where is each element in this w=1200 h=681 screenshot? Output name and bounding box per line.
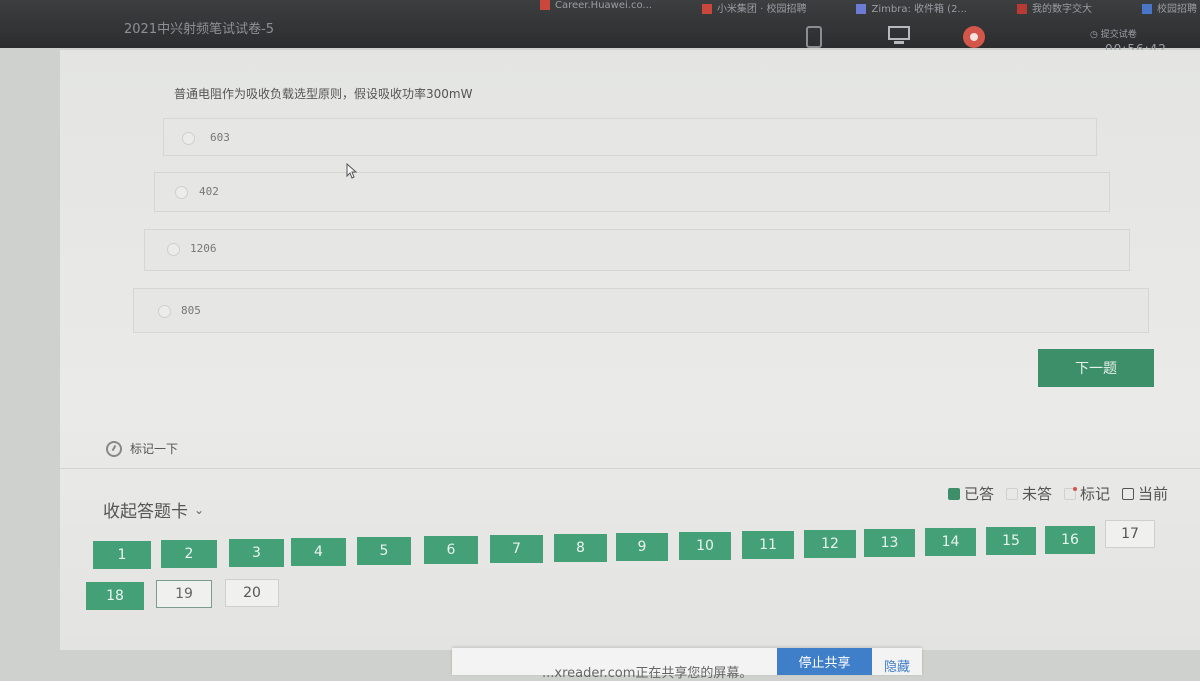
collapse-answer-card[interactable]: 收起答题卡 ⌄ (103, 497, 204, 522)
option-label: 603 (210, 131, 230, 144)
question-number-button[interactable]: 2 (161, 540, 217, 568)
answered-swatch (948, 487, 960, 500)
question-number-button[interactable]: 16 (1045, 526, 1095, 554)
question-number-button[interactable]: 7 (490, 535, 543, 563)
mark-label: 标记一下 (130, 442, 179, 456)
screen-share-bar: ...xreader.com正在共享您的屏幕。 停止共享 隐藏 (452, 648, 922, 681)
bookmark-item[interactable]: Career.Huawei.co... (540, 0, 652, 16)
bookmark-icon (856, 4, 867, 14)
bookmark-item[interactable]: Zimbra: 收件箱 (2... (856, 0, 967, 16)
radio-button[interactable] (158, 305, 171, 318)
question-number-button[interactable]: 19 (156, 580, 212, 608)
unanswered-swatch (1006, 487, 1019, 500)
bookmark-item[interactable]: 我的数字交大 (1016, 0, 1092, 16)
radio-button[interactable] (182, 132, 195, 145)
marked-swatch (1064, 486, 1078, 500)
divider (60, 468, 1200, 469)
question-number-button[interactable]: 10 (679, 532, 731, 560)
option-c[interactable]: 1206 (144, 229, 1130, 271)
exam-title: 2021中兴射频笔试试卷-5 (124, 22, 275, 37)
question-text: 普通电阻作为吸收负载选型原则，假设吸收功率300mW (174, 87, 473, 101)
question-number-button[interactable]: 11 (742, 531, 794, 559)
question-number-button[interactable]: 8 (554, 534, 607, 562)
collapse-label: 收起答题卡 (103, 502, 188, 522)
option-label: 805 (181, 304, 201, 317)
legend-answered: 已答 (948, 483, 994, 504)
bookmark-item[interactable]: 校园招聘 (1141, 0, 1197, 16)
option-b[interactable]: 402 (154, 172, 1110, 212)
question-number-button[interactable]: 18 (86, 582, 144, 610)
next-question-button[interactable]: 下一题 (1038, 349, 1154, 387)
screen-share-icon[interactable] (888, 26, 910, 46)
stop-sharing-button[interactable]: 停止共享 (777, 648, 872, 675)
option-a[interactable]: 603 (163, 118, 1097, 156)
option-d[interactable]: 805 (133, 288, 1149, 333)
question-number-button[interactable]: 1 (93, 541, 151, 569)
bookmark-icon (1016, 4, 1027, 14)
question-number-button[interactable]: 4 (291, 538, 346, 566)
mouse-cursor-icon (346, 163, 358, 179)
mark-question[interactable]: 标记一下 (106, 440, 178, 457)
question-number-button[interactable]: 17 (1105, 520, 1155, 548)
mark-icon (106, 440, 122, 457)
legend-current: 当前 (1122, 483, 1168, 504)
radio-button[interactable] (175, 186, 188, 199)
status-legend: 已答 未答 标记 当前 (948, 483, 1168, 504)
question-number-button[interactable]: 15 (986, 527, 1036, 555)
radio-button[interactable] (167, 243, 180, 256)
share-message: ...xreader.com正在共享您的屏幕。 (542, 666, 753, 681)
option-label: 1206 (190, 242, 217, 255)
top-bar: Career.Huawei.co... 小米集团 · 校园招聘 Zimbra: … (0, 0, 1200, 56)
question-number-button[interactable]: 9 (616, 533, 668, 561)
bookmarks-bar: Career.Huawei.co... 小米集团 · 校园招聘 Zimbra: … (540, 0, 1197, 16)
camera-icon[interactable] (963, 26, 985, 48)
submit-exam-link[interactable]: ◷ 提交试卷 (1090, 27, 1137, 40)
question-number-button[interactable]: 13 (864, 529, 915, 557)
bookmark-icon (540, 0, 550, 10)
bookmark-item[interactable]: 小米集团 · 校园招聘 (701, 0, 806, 16)
bookmark-icon (1141, 4, 1152, 14)
question-number-button[interactable]: 20 (225, 579, 279, 607)
bookmark-icon (701, 4, 712, 14)
chevron-down-icon: ⌄ (194, 502, 205, 517)
question-card: 普通电阻作为吸收负载选型原则，假设吸收功率300mW 603 402 1206 … (60, 50, 1200, 650)
question-number-button[interactable]: 5 (357, 537, 411, 565)
current-swatch (1122, 487, 1135, 500)
question-number-button[interactable]: 14 (925, 528, 976, 556)
phone-icon[interactable] (806, 26, 822, 48)
legend-unanswered: 未答 (1006, 483, 1052, 504)
question-number-button[interactable]: 12 (804, 530, 856, 558)
hide-share-bar-link[interactable]: 隐藏 (884, 656, 910, 675)
option-label: 402 (199, 185, 219, 198)
question-number-button[interactable]: 6 (424, 536, 478, 564)
question-number-button[interactable]: 3 (229, 539, 284, 567)
legend-marked: 标记 (1064, 483, 1110, 504)
